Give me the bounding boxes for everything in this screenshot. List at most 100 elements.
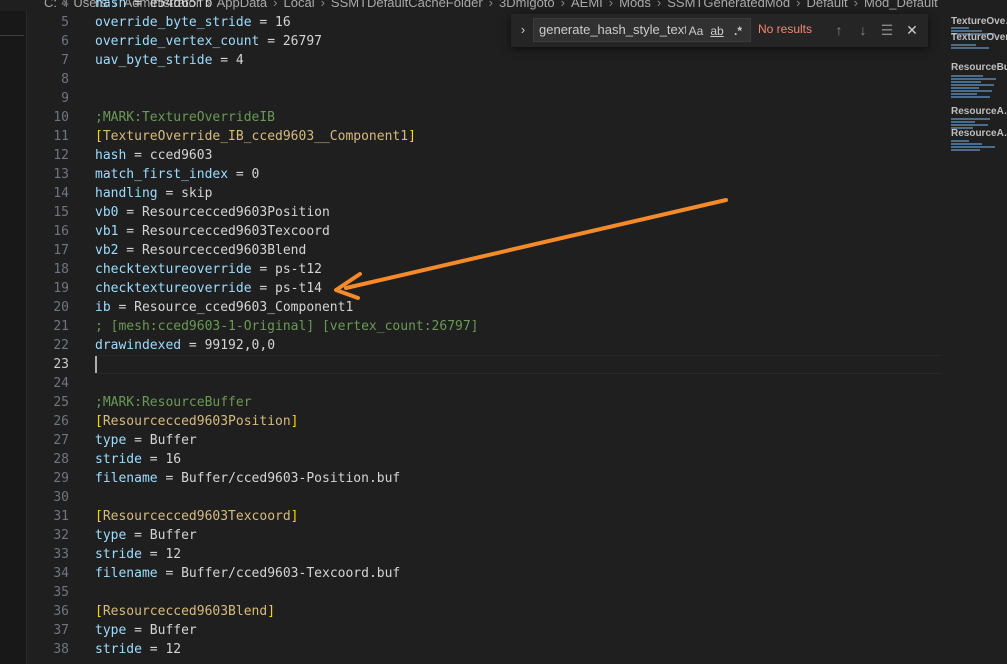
code-token: hash xyxy=(95,148,127,163)
code-line[interactable]: 13 match_first_index = 0 xyxy=(27,165,942,184)
line-content: vb0 = Resourcecced9603Position xyxy=(95,203,330,222)
code-line[interactable]: 23 xyxy=(27,355,942,374)
code-line[interactable]: 7 uav_byte_stride = 4 xyxy=(27,51,942,70)
line-number: 23 xyxy=(53,357,69,372)
code-token: TextureOverride_IB_cced9603__Component1 xyxy=(102,129,409,144)
next-match-arrow-down-icon[interactable]: ↓ xyxy=(853,20,873,40)
code-token: ] xyxy=(290,414,299,429)
find-input[interactable]: generate_hash_style_textu Aa ab .* xyxy=(533,18,751,42)
line-content: filename = Buffer/cced9603-Position.buf xyxy=(95,469,400,488)
code-line[interactable]: 34 filename = Buffer/cced9603-Texcoord.bu… xyxy=(27,564,942,583)
code-line[interactable]: 16 vb1 = Resourcecced9603Texcoord xyxy=(27,222,942,241)
code-line[interactable]: 33 stride = 12 xyxy=(27,545,942,564)
code-line[interactable]: 37 type = Buffer xyxy=(27,621,942,640)
code-token: Buffer/cced9603-Position.buf xyxy=(181,471,401,486)
line-number: 24 xyxy=(53,376,69,391)
code-line[interactable]: 30 xyxy=(27,488,942,507)
code-token: = xyxy=(141,547,166,562)
code-line[interactable]: 32 type = Buffer xyxy=(27,526,942,545)
code-line[interactable]: 9 xyxy=(27,89,942,108)
code-token: stride xyxy=(95,452,142,467)
code-token: = xyxy=(251,262,276,277)
code-line[interactable]: 35 xyxy=(27,583,942,602)
code-line[interactable]: 24 xyxy=(27,374,942,393)
line-number: 18 xyxy=(53,262,69,277)
line-content: drawindexed = 99192,0,0 xyxy=(95,336,275,355)
line-number: 20 xyxy=(53,300,69,315)
regex-button[interactable]: .* xyxy=(729,22,747,40)
line-number: 36 xyxy=(53,604,69,619)
line-number: 37 xyxy=(53,623,69,638)
line-number: 26 xyxy=(53,414,69,429)
code-line[interactable]: 11 [TextureOverride_IB_cced9603__Componen… xyxy=(27,127,942,146)
code-token: Resource_cced9603_Component1 xyxy=(134,300,354,315)
minimap[interactable]: TextureOve… TextureOverri… ResourceBu… Reso… xyxy=(942,0,1007,664)
line-content: [Resourcecced9603Position] xyxy=(95,412,299,431)
code-line[interactable]: 38 stride = 12 xyxy=(27,640,942,659)
line-content: [Resourcecced9603Blend] xyxy=(95,602,275,621)
minimap-code-lines xyxy=(951,44,999,50)
code-line[interactable]: 28 stride = 16 xyxy=(27,450,942,469)
code-token: = xyxy=(228,167,252,182)
code-line[interactable]: 21 ; [mesh:cced9603-1-Original] [vertex_c… xyxy=(27,317,942,336)
code-editor[interactable]: 4 hash = e54d65fb 5 override_byte_stride = … xyxy=(27,0,942,664)
code-line[interactable]: 12 hash = cced9603 xyxy=(27,146,942,165)
code-line[interactable]: 36 [Resourcecced9603Blend] xyxy=(27,602,942,621)
code-token: = xyxy=(181,338,205,353)
code-line[interactable]: 19 checktextureoverride = ps-t14 xyxy=(27,279,942,298)
code-line[interactable]: 14 handling = skip xyxy=(27,184,942,203)
code-line[interactable]: 22 drawindexed = 99192,0,0 xyxy=(27,336,942,355)
code-token: ps-t12 xyxy=(275,262,322,277)
minimap-section-label: TextureOve… xyxy=(951,16,1007,27)
code-token: Resourcecced9603Texcoord xyxy=(141,224,330,239)
line-number: 22 xyxy=(53,338,69,353)
code-line[interactable]: 10 ;MARK:TextureOverrideIB xyxy=(27,108,942,127)
minimap-section-label: ResourceA… xyxy=(951,128,1007,139)
code-line[interactable]: 31 [Resourcecced9603Texcoord] xyxy=(27,507,942,526)
line-number: 30 xyxy=(53,490,69,505)
line-number: 21 xyxy=(53,319,69,334)
find-query[interactable]: generate_hash_style_textu xyxy=(539,22,686,37)
line-number: 15 xyxy=(53,205,69,220)
code-token: checktextureoverride xyxy=(95,281,252,296)
line-content: type = Buffer xyxy=(95,431,197,450)
previous-match-arrow-up-icon[interactable]: ↑ xyxy=(829,20,849,40)
find-widget: › generate_hash_style_textu Aa ab .* No … xyxy=(511,14,928,47)
code-line[interactable]: 20 ib = Resource_cced9603_Component1 xyxy=(27,298,942,317)
minimap-code-lines xyxy=(951,140,999,152)
code-line[interactable]: 29 filename = Buffer/cced9603-Position.bu… xyxy=(27,469,942,488)
code-token: 12 xyxy=(165,642,182,657)
close-icon[interactable]: ✕ xyxy=(902,20,922,40)
code-line[interactable]: 25 ;MARK:ResourceBuffer xyxy=(27,393,942,412)
code-line[interactable]: 27 type = Buffer xyxy=(27,431,942,450)
code-token: Buffer xyxy=(149,433,197,448)
code-token: Buffer xyxy=(149,528,197,543)
code-line[interactable]: 4 hash = e54d65fb xyxy=(27,0,942,13)
line-content: checktextureoverride = ps-t14 xyxy=(95,279,322,298)
line-number: 16 xyxy=(53,224,69,239)
code-line[interactable]: 8 xyxy=(27,70,942,89)
code-line[interactable]: 18 checktextureoverride = ps-t12 xyxy=(27,260,942,279)
code-token: [ xyxy=(95,604,103,619)
code-token: [ xyxy=(95,129,103,144)
code-token: = xyxy=(126,623,150,638)
code-token: stride xyxy=(95,642,142,657)
code-token: vb2 xyxy=(95,243,119,258)
code-token: uav_byte_stride xyxy=(95,53,213,68)
code-line[interactable]: 17 vb2 = Resourcecced9603Blend xyxy=(27,241,942,260)
find-in-selection-icon[interactable]: ☰ xyxy=(877,20,897,40)
line-number: 6 xyxy=(61,34,69,49)
line-content: ; [mesh:cced9603-1-Original] [vertex_cou… xyxy=(95,317,479,336)
line-number: 35 xyxy=(53,585,69,600)
whole-word-button[interactable]: ab xyxy=(708,22,726,40)
code-line[interactable]: 26 [Resourcecced9603Position] xyxy=(27,412,942,431)
code-token: 16 xyxy=(165,452,182,467)
toggle-replace-chevron-icon[interactable]: › xyxy=(515,21,531,39)
code-line[interactable]: 15 vb0 = Resourcecced9603Position xyxy=(27,203,942,222)
code-token: checktextureoverride xyxy=(95,262,252,277)
code-token: match_first_index xyxy=(95,167,229,182)
code-token: 12 xyxy=(165,547,182,562)
code-token: drawindexed xyxy=(95,338,182,353)
line-content: stride = 16 xyxy=(95,450,181,469)
match-case-button[interactable]: Aa xyxy=(687,22,705,40)
